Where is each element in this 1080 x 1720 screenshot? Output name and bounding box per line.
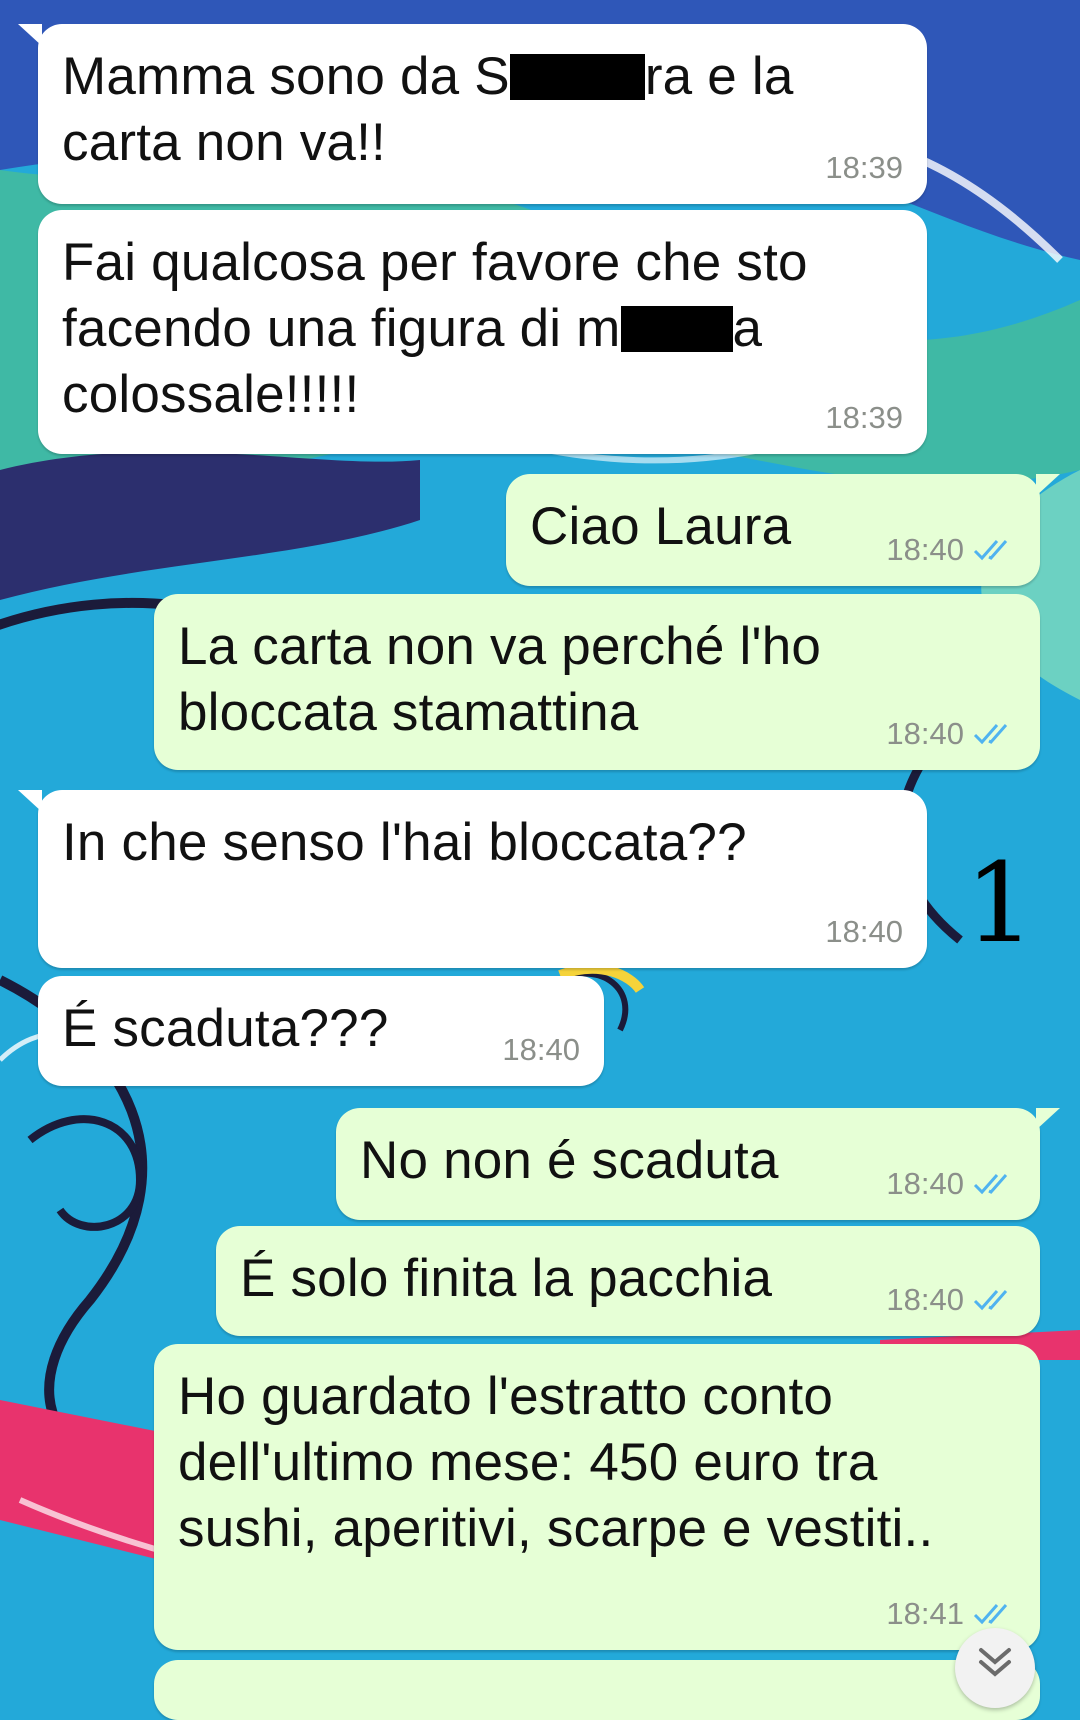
double-check-icon — [973, 1290, 1008, 1311]
double-check-icon — [973, 724, 1008, 745]
message-bubble-outgoing[interactable]: Ho guardato l'estratto conto dell'ultimo… — [154, 1344, 1040, 1650]
message-meta: 18:39 — [825, 400, 903, 436]
message-time: 18:40 — [502, 1032, 580, 1067]
message-bubble-outgoing[interactable]: Ciao Laura 18:40 — [506, 474, 1060, 586]
message-text: Ho guardato l'estratto conto dell'ultimo… — [178, 1367, 934, 1558]
message-time: 18:40 — [825, 914, 903, 949]
redaction-bar — [509, 54, 645, 100]
double-check-icon — [973, 1174, 1008, 1195]
message-text: La carta non va perché l'ho bloccata sta… — [178, 617, 822, 742]
bubble-tail — [1036, 1108, 1060, 1130]
bubble-tail — [18, 24, 42, 46]
message-time: 18:39 — [825, 150, 903, 185]
scroll-to-bottom-button[interactable] — [955, 1628, 1035, 1708]
message-text: In che senso l'hai bloccata?? — [62, 813, 747, 872]
double-check-icon — [973, 540, 1008, 561]
message-time: 18:39 — [825, 400, 903, 435]
message-bubble-incoming[interactable]: É scaduta??? 18:40 — [38, 976, 604, 1086]
double-check-icon — [973, 1604, 1008, 1625]
handwritten-annotation: 1 — [965, 839, 1035, 967]
message-bubble-outgoing-partial[interactable] — [154, 1660, 1040, 1720]
message-meta: 18:40 — [886, 1166, 1016, 1202]
message-time: 18:40 — [886, 532, 964, 567]
message-meta: 18:40 — [502, 1032, 580, 1068]
message-meta: 18:41 — [886, 1596, 1016, 1632]
message-bubble-outgoing[interactable]: La carta non va perché l'ho bloccata sta… — [154, 594, 1040, 770]
message-bubble-incoming[interactable]: Fai qualcosa per favore che sto facendo … — [38, 210, 927, 454]
message-time: 18:40 — [886, 716, 964, 751]
message-text: Mamma sono da Sra e la carta non va!! — [62, 47, 794, 172]
redaction-bar — [620, 306, 733, 352]
message-time: 18:41 — [886, 1596, 964, 1631]
bubble-tail — [1036, 474, 1060, 496]
message-meta: 18:40 — [886, 716, 1016, 752]
message-meta: 18:40 — [886, 532, 1016, 568]
message-time: 18:40 — [886, 1282, 964, 1317]
message-time: 18:40 — [886, 1166, 964, 1201]
message-bubble-incoming[interactable]: Mamma sono da Sra e la carta non va!! 18… — [18, 24, 927, 204]
message-meta: 18:40 — [825, 914, 903, 950]
message-bubble-outgoing[interactable]: É solo finita la pacchia 18:40 — [216, 1226, 1040, 1336]
bubble-tail — [18, 790, 42, 812]
message-meta: 18:39 — [825, 150, 903, 186]
chevron-double-down-icon — [979, 1648, 1011, 1677]
message-meta: 18:40 — [886, 1282, 1016, 1318]
message-text: Fai qualcosa per favore che sto facendo … — [62, 233, 808, 424]
message-bubble-incoming[interactable]: In che senso l'hai bloccata?? 18:40 — [18, 790, 927, 968]
message-bubble-outgoing[interactable]: No non é scaduta 18:40 — [336, 1108, 1060, 1220]
